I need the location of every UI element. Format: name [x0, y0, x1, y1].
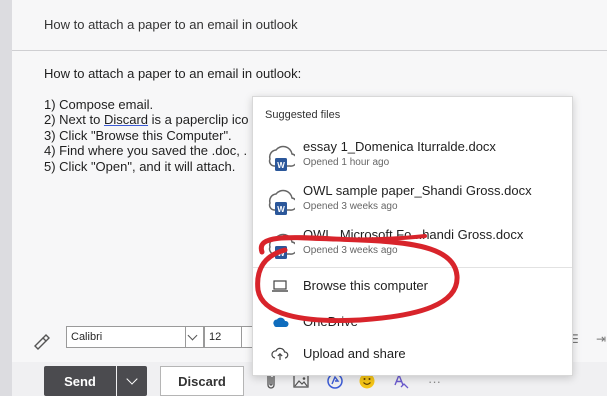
- send-options-button[interactable]: [117, 366, 147, 396]
- attach-file-menu: Suggested files W essay 1_Domenica Iturr…: [252, 96, 573, 376]
- onedrive-item[interactable]: OneDrive: [253, 305, 572, 339]
- indent-icon[interactable]: ⇥: [596, 332, 606, 346]
- laptop-icon: [272, 280, 288, 292]
- left-panel-edge: [0, 0, 12, 396]
- subject-field[interactable]: How to attach a paper to an email in out…: [12, 0, 607, 51]
- font-family-select[interactable]: Calibri: [66, 326, 186, 348]
- svg-text:W: W: [277, 249, 285, 258]
- discard-button[interactable]: Discard: [160, 366, 244, 396]
- word-doc-icon: W: [268, 145, 295, 171]
- font-size-select[interactable]: 12: [204, 326, 242, 348]
- word-doc-icon: W: [268, 233, 295, 259]
- subject-text: How to attach a paper to an email in out…: [44, 17, 298, 32]
- browse-this-computer-item[interactable]: Browse this computer: [253, 269, 572, 303]
- svg-text:W: W: [277, 161, 285, 170]
- format-painter-icon[interactable]: [32, 331, 52, 351]
- more-options-button[interactable]: ···: [428, 374, 441, 389]
- svg-text:W: W: [277, 205, 285, 214]
- chevron-down-icon: [187, 330, 198, 341]
- send-button[interactable]: Send: [44, 366, 116, 396]
- suggested-file-item[interactable]: W OWL_Microsoft Fo...handi Gross.docx Op…: [253, 223, 572, 267]
- font-dropdown-button[interactable]: [186, 326, 204, 348]
- chevron-down-icon: [126, 373, 138, 385]
- upload-and-share-item[interactable]: Upload and share: [253, 337, 572, 371]
- cloud-upload-icon: [271, 347, 289, 360]
- menu-divider: [253, 267, 572, 268]
- suggested-file-item[interactable]: W OWL sample paper_Shandi Gross.docx Ope…: [253, 179, 572, 223]
- discard-mention: Discard: [103, 112, 149, 127]
- suggested-files-heading: Suggested files: [265, 109, 341, 121]
- suggested-file-item[interactable]: W essay 1_Domenica Iturralde.docx Opened…: [253, 135, 572, 179]
- word-doc-icon: W: [268, 189, 295, 215]
- onedrive-icon: [273, 317, 289, 327]
- body-title: How to attach a paper to an email in out…: [44, 66, 302, 81]
